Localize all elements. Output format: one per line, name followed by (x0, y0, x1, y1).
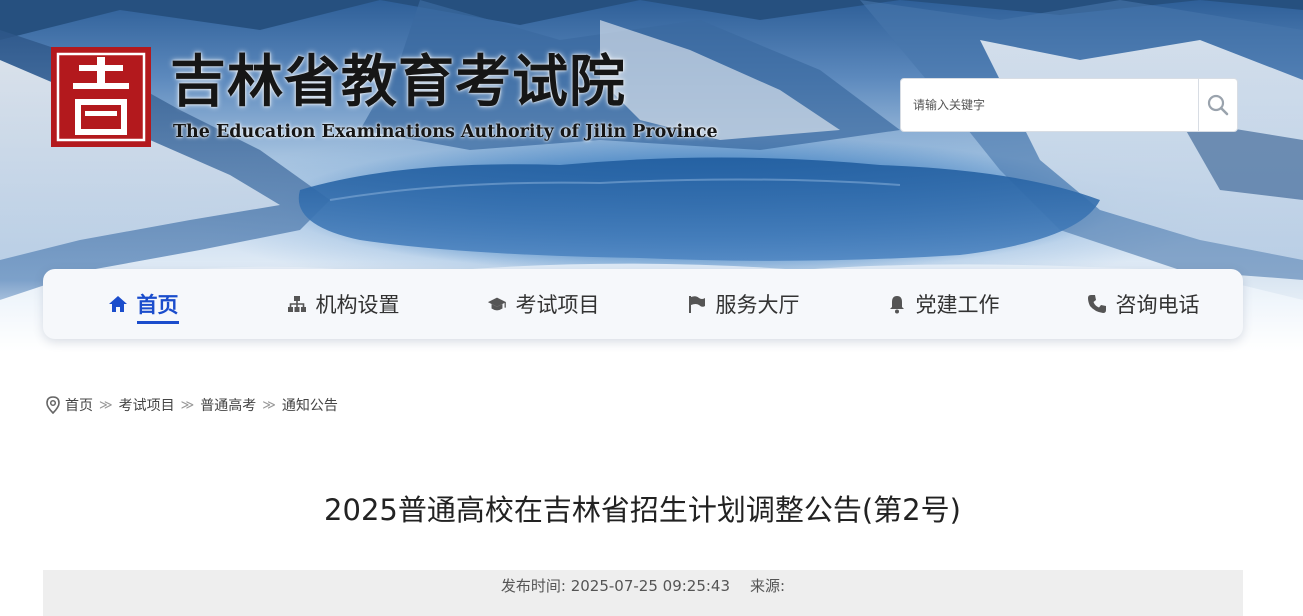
page: 吉林省教育考试院 The Education Examinations Auth… (0, 0, 1303, 616)
breadcrumb-separator: ≫ (262, 397, 276, 413)
breadcrumb: 首页 ≫ 考试项目 ≫ 普通高考 ≫ 通知公告 (45, 394, 338, 416)
site-subtitle: The Education Examinations Authority of … (173, 122, 718, 142)
nav-item-home[interactable]: 首页 (43, 269, 243, 339)
bell-icon (887, 294, 907, 314)
graduation-cap-icon (487, 294, 507, 314)
nav-item-contact[interactable]: 咨询电话 (1043, 269, 1243, 339)
nav-item-exams[interactable]: 考试项目 (443, 269, 643, 339)
article-title: 2025普通高校在吉林省招生计划调整公告(第2号) (324, 493, 961, 527)
nav-item-party[interactable]: 党建工作 (843, 269, 1043, 339)
search-icon (1207, 94, 1229, 116)
search-button[interactable] (1198, 79, 1237, 131)
breadcrumb-separator: ≫ (99, 397, 113, 413)
nav-label: 服务大厅 (715, 293, 800, 317)
nav-label: 机构设置 (315, 293, 400, 317)
home-icon (108, 294, 128, 314)
nav-label: 首页 (136, 289, 179, 324)
flag-icon (687, 294, 707, 314)
breadcrumb-notices[interactable]: 通知公告 (282, 395, 338, 415)
location-pin-icon (45, 396, 61, 414)
main-nav: 首页 机构设置 考试项目 服务大厅 党建工作 咨询电话 (43, 269, 1243, 339)
publish-time: 发布时间: 2025-07-25 09:25:43 (500, 577, 731, 595)
search-input[interactable] (901, 79, 1198, 131)
nav-label: 考试项目 (515, 293, 600, 317)
nav-item-organization[interactable]: 机构设置 (243, 269, 443, 339)
logo-seal-icon[interactable] (51, 47, 151, 147)
breadcrumb-separator: ≫ (180, 397, 195, 413)
nav-label: 党建工作 (915, 293, 1000, 317)
article-meta-bar: 发布时间: 2025-07-25 09:25:43 来源: (43, 570, 1243, 616)
sitemap-icon (287, 294, 307, 314)
search-box (900, 78, 1238, 132)
site-title[interactable]: 吉林省教育考试院 (170, 46, 626, 118)
nav-item-services[interactable]: 服务大厅 (643, 269, 843, 339)
phone-icon (1087, 294, 1107, 314)
breadcrumb-exams[interactable]: 考试项目 (119, 395, 175, 415)
breadcrumb-home[interactable]: 首页 (65, 395, 93, 415)
breadcrumb-gaokao[interactable]: 普通高考 (200, 395, 256, 415)
article-source: 来源: (750, 577, 786, 595)
nav-label: 咨询电话 (1115, 293, 1200, 317)
